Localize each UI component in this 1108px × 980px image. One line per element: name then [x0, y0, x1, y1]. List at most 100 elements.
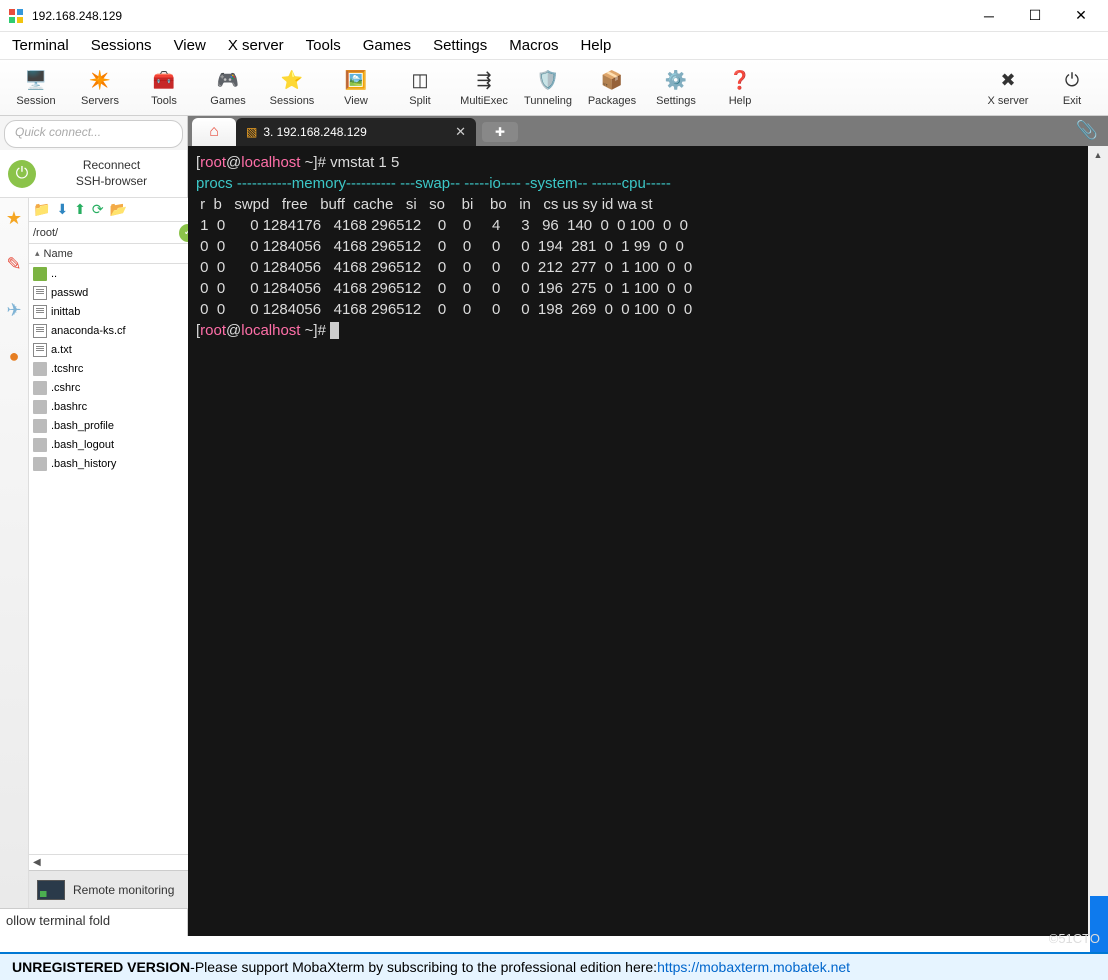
- servers-icon: ✴️: [88, 69, 112, 93]
- terminal-output[interactable]: [root@localhost ~]# vmstat 1 5 procs ---…: [188, 146, 1108, 936]
- session-tab[interactable]: ▧ 3. 192.168.248.129 ✕: [236, 118, 476, 146]
- send-tab-icon[interactable]: ✈: [0, 296, 28, 324]
- toolbar-help[interactable]: ❓Help: [708, 62, 772, 114]
- upload-icon[interactable]: ⬆: [74, 201, 86, 218]
- reconnect-button[interactable]: ⏻ ReconnectSSH-browser: [0, 150, 187, 198]
- quick-connect-input[interactable]: Quick connect...: [4, 120, 183, 148]
- globe-tab-icon[interactable]: ●: [0, 342, 28, 370]
- toolbar-split[interactable]: ◫Split: [388, 62, 452, 114]
- path-input[interactable]: [29, 225, 179, 241]
- toolbar-tunneling[interactable]: 🛡️Tunneling: [516, 62, 580, 114]
- follow-terminal-folder[interactable]: ollow terminal fold: [0, 908, 187, 936]
- download-icon[interactable]: ⬇: [56, 201, 68, 218]
- file-item[interactable]: .tcshrc: [29, 359, 201, 378]
- home-tab[interactable]: ⌂: [192, 118, 236, 146]
- toolbar-tools[interactable]: 🧰Tools: [132, 62, 196, 114]
- file-item[interactable]: inittab: [29, 302, 201, 321]
- txt-icon: [33, 305, 47, 319]
- toolbar-settings[interactable]: ⚙️Settings: [644, 62, 708, 114]
- generic-icon: [33, 438, 47, 452]
- browser-hscroll[interactable]: ◀▶: [29, 854, 201, 870]
- watermark: ©51CTO: [1049, 931, 1100, 946]
- settings-icon: ⚙️: [664, 69, 688, 93]
- menu-help[interactable]: Help: [580, 37, 611, 54]
- file-item[interactable]: anaconda-ks.cf: [29, 321, 201, 340]
- toolbar-packages[interactable]: 📦Packages: [580, 62, 644, 114]
- file-browser: 📁 ⬇ ⬆ ⟳ 📂 ✓ Name ..passwdinittabanaconda…: [29, 198, 201, 908]
- menu-terminal[interactable]: Terminal: [12, 37, 69, 54]
- generic-icon: [33, 419, 47, 433]
- file-item[interactable]: .bash_logout: [29, 435, 201, 454]
- toolbar: 🖥️Session✴️Servers🧰Tools🎮Games⭐Sessions🖼…: [0, 60, 1108, 116]
- refresh-icon[interactable]: ⟳: [92, 201, 104, 218]
- subscribe-link[interactable]: https://mobaxterm.mobatek.net: [657, 959, 850, 975]
- sidebar-vertical-tabs: ★ ✎ ✈ ●: [0, 198, 29, 908]
- path-bar: ✓: [29, 222, 201, 244]
- toolbar-multiexec[interactable]: ⇶MultiExec: [452, 62, 516, 114]
- file-item[interactable]: .cshrc: [29, 378, 201, 397]
- toolbar-view[interactable]: 🖼️View: [324, 62, 388, 114]
- toolbar-servers[interactable]: ✴️Servers: [68, 62, 132, 114]
- home-icon: ⌂: [209, 123, 219, 141]
- toolbar-x server[interactable]: ✖X server: [976, 62, 1040, 114]
- menu-settings[interactable]: Settings: [433, 37, 487, 54]
- file-item[interactable]: ..: [29, 264, 201, 283]
- view-icon: 🖼️: [344, 69, 368, 93]
- menu-x-server[interactable]: X server: [228, 37, 284, 54]
- packages-icon: 📦: [600, 69, 624, 93]
- terminal-icon: ▧: [246, 125, 257, 139]
- tab-close-icon[interactable]: ✕: [455, 124, 466, 140]
- star-tab-icon[interactable]: ★: [0, 204, 28, 232]
- file-item[interactable]: a.txt: [29, 340, 201, 359]
- generic-icon: [33, 400, 47, 414]
- txt-icon: [33, 286, 47, 300]
- generic-icon: [33, 457, 47, 471]
- file-list: ..passwdinittabanaconda-ks.cfa.txt.tcshr…: [29, 264, 201, 473]
- new-tab-button[interactable]: ✚: [482, 122, 518, 142]
- remote-monitoring-button[interactable]: Remote monitoring: [29, 870, 201, 908]
- x server-icon: ✖: [996, 69, 1020, 93]
- games-icon: 🎮: [216, 69, 240, 93]
- toolbar-games[interactable]: 🎮Games: [196, 62, 260, 114]
- minimize-button[interactable]: ─: [966, 1, 1012, 31]
- sessions-icon: ⭐: [280, 69, 304, 93]
- window-title: 192.168.248.129: [32, 9, 966, 23]
- file-item[interactable]: passwd: [29, 283, 201, 302]
- menu-sessions[interactable]: Sessions: [91, 37, 152, 54]
- generic-icon: [33, 362, 47, 376]
- file-list-header[interactable]: Name: [29, 244, 201, 264]
- file-item[interactable]: .bash_history: [29, 454, 201, 473]
- folder-icon: [33, 267, 47, 281]
- generic-icon: [33, 381, 47, 395]
- tab-strip: ⌂ ▧ 3. 192.168.248.129 ✕ ✚ 📎: [188, 116, 1108, 146]
- help-icon: ❓: [728, 69, 752, 93]
- power-icon: ⏻: [8, 160, 36, 188]
- titlebar: 192.168.248.129 ─ ☐ ✕: [0, 0, 1108, 32]
- close-button[interactable]: ✕: [1058, 1, 1104, 31]
- paperclip-icon[interactable]: 📎: [1076, 120, 1098, 141]
- tunneling-icon: 🛡️: [536, 69, 560, 93]
- toolbar-exit[interactable]: ⏻Exit: [1040, 62, 1104, 114]
- toolbar-session[interactable]: 🖥️Session: [4, 62, 68, 114]
- sidebar: Quick connect... ⏻ ReconnectSSH-browser …: [0, 116, 188, 936]
- tools-icon: 🧰: [152, 69, 176, 93]
- multiexec-icon: ⇶: [472, 69, 496, 93]
- txt-icon: [33, 343, 47, 357]
- file-item[interactable]: .bashrc: [29, 397, 201, 416]
- file-item[interactable]: .bash_profile: [29, 416, 201, 435]
- menu-tools[interactable]: Tools: [306, 37, 341, 54]
- session-icon: 🖥️: [24, 69, 48, 93]
- menu-games[interactable]: Games: [363, 37, 411, 54]
- toolbar-sessions[interactable]: ⭐Sessions: [260, 62, 324, 114]
- scroll-up-icon[interactable]: ▲: [1088, 146, 1108, 164]
- newfolder-icon[interactable]: 📂: [110, 201, 127, 218]
- terminal-scrollbar[interactable]: ▲ ▼: [1088, 146, 1108, 936]
- app-logo-icon: [8, 8, 24, 24]
- exit-icon: ⏻: [1060, 69, 1084, 93]
- folder-icon[interactable]: 📁: [33, 201, 50, 218]
- tools-tab-icon[interactable]: ✎: [0, 250, 28, 278]
- menu-view[interactable]: View: [174, 37, 206, 54]
- maximize-button[interactable]: ☐: [1012, 1, 1058, 31]
- menu-macros[interactable]: Macros: [509, 37, 558, 54]
- split-icon: ◫: [408, 69, 432, 93]
